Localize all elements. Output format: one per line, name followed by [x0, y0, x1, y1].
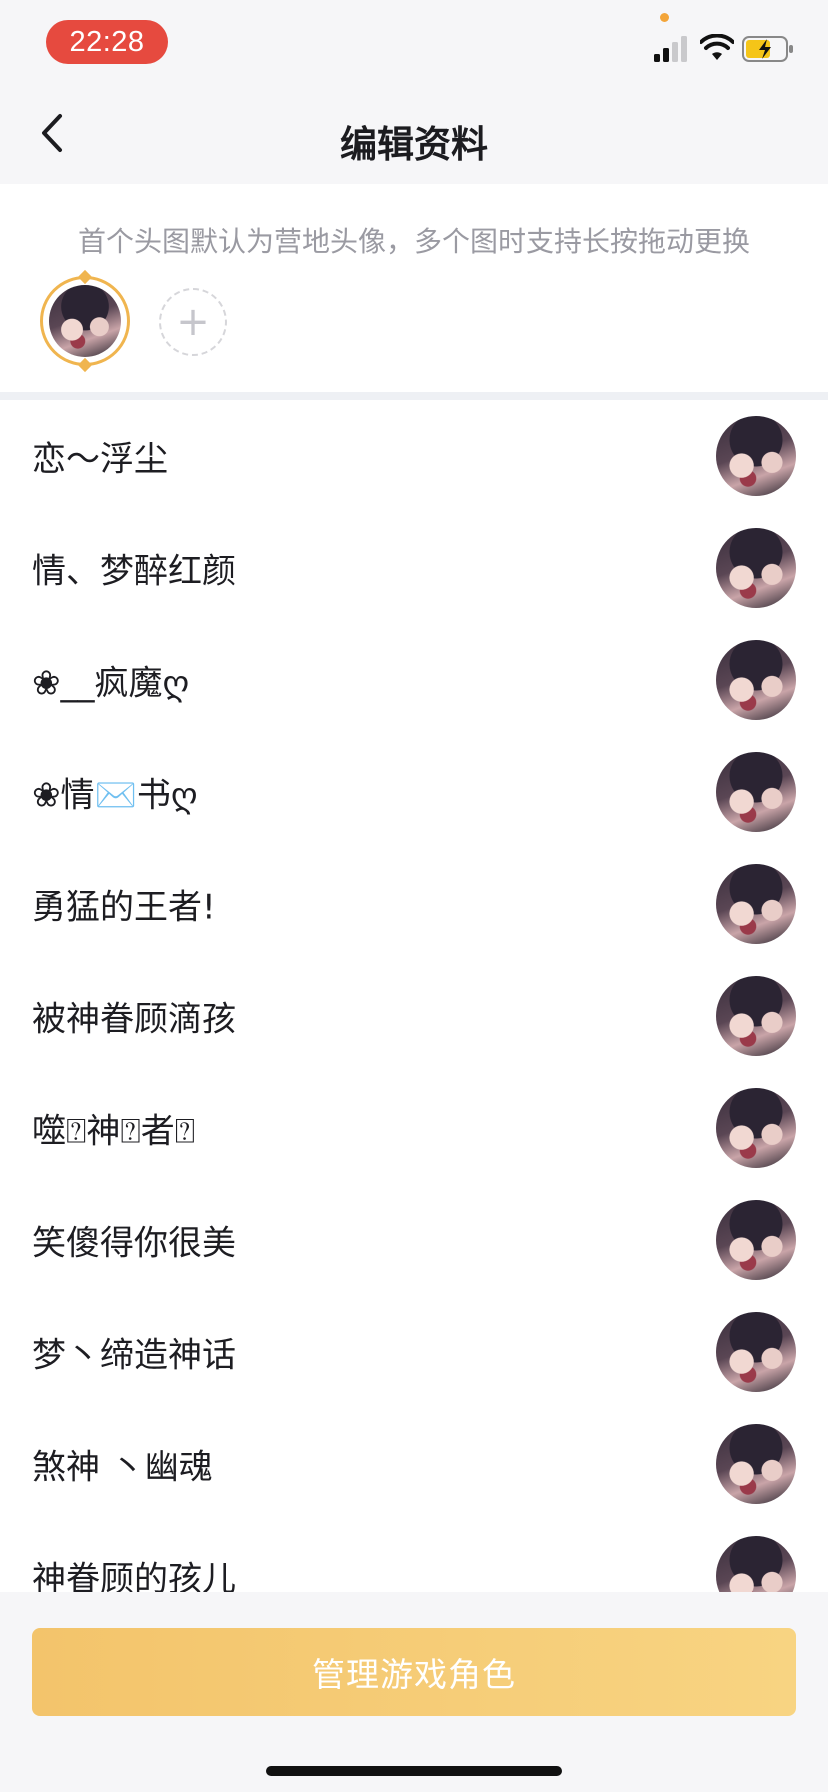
list-item[interactable]: 噬⍰神⍰者⍰	[0, 1072, 828, 1184]
role-avatar	[716, 1536, 796, 1592]
role-list: 恋～浮尘 情、梦醉红颜 ❀__疯魔ღ ❀情✉️书ღ 勇猛的王者! 被神眷顾滴孩 …	[0, 400, 828, 1592]
role-avatar	[716, 1424, 796, 1504]
add-avatar-button[interactable]: +	[159, 288, 227, 356]
role-name: 笑傻得你很美	[32, 1223, 236, 1264]
list-item[interactable]: 笑傻得你很美	[0, 1184, 828, 1296]
page-title: 编辑资料	[340, 123, 488, 166]
role-name: 噬⍰神⍰者⍰	[32, 1111, 196, 1152]
wifi-icon	[700, 34, 734, 60]
avatar-image	[49, 285, 121, 357]
role-name: 梦丶缔造神话	[32, 1335, 236, 1376]
role-name: 恋～浮尘	[32, 439, 168, 480]
role-name: ❀情✉️书ღ	[32, 775, 198, 816]
battery-charging-icon	[742, 36, 793, 62]
bottom-bar: 管理游戏角色	[0, 1592, 828, 1792]
camp-avatar[interactable]	[40, 269, 130, 373]
section-divider	[0, 392, 828, 400]
list-item[interactable]: 情、梦醉红颜	[0, 512, 828, 624]
list-item[interactable]: 梦丶缔造神话	[0, 1296, 828, 1408]
role-name: 被神眷顾滴孩	[32, 999, 236, 1040]
avatar-hint-text: 首个头图默认为营地头像，多个图时支持长按拖动更换	[77, 225, 750, 258]
manage-game-roles-button[interactable]: 管理游戏角色	[32, 1628, 796, 1716]
role-avatar	[716, 528, 796, 608]
role-avatar	[716, 976, 796, 1056]
list-item[interactable]: 勇猛的王者!	[0, 848, 828, 960]
home-indicator[interactable]	[266, 1766, 562, 1776]
list-item[interactable]: 煞神 丶幽魂	[0, 1408, 828, 1520]
role-avatar	[716, 416, 796, 496]
role-avatar	[716, 1088, 796, 1168]
role-name: 神眷顾的孩儿	[32, 1559, 236, 1593]
role-avatar	[716, 640, 796, 720]
avatar-section: 首个头图默认为营地头像，多个图时支持长按拖动更换 +	[0, 184, 828, 392]
privacy-indicator-dot	[660, 13, 669, 22]
status-time: 22:28	[46, 20, 168, 64]
role-name: 煞神 丶幽魂	[32, 1447, 213, 1488]
role-avatar	[716, 1312, 796, 1392]
role-name: 情、梦醉红颜	[32, 551, 236, 592]
role-avatar	[716, 752, 796, 832]
status-bar: 22:28	[0, 0, 828, 88]
role-name: ❀__疯魔ღ	[32, 663, 190, 704]
role-name: 勇猛的王者!	[32, 887, 216, 928]
role-avatar	[716, 864, 796, 944]
cellular-signal-icon	[654, 36, 687, 62]
list-item[interactable]: 被神眷顾滴孩	[0, 960, 828, 1072]
nav-bar: 编辑资料	[0, 88, 828, 184]
list-item[interactable]: ❀情✉️书ღ	[0, 736, 828, 848]
role-avatar	[716, 1200, 796, 1280]
list-item[interactable]: 恋～浮尘	[0, 400, 828, 512]
list-item[interactable]: 神眷顾的孩儿	[0, 1520, 828, 1592]
list-item[interactable]: ❀__疯魔ღ	[0, 624, 828, 736]
